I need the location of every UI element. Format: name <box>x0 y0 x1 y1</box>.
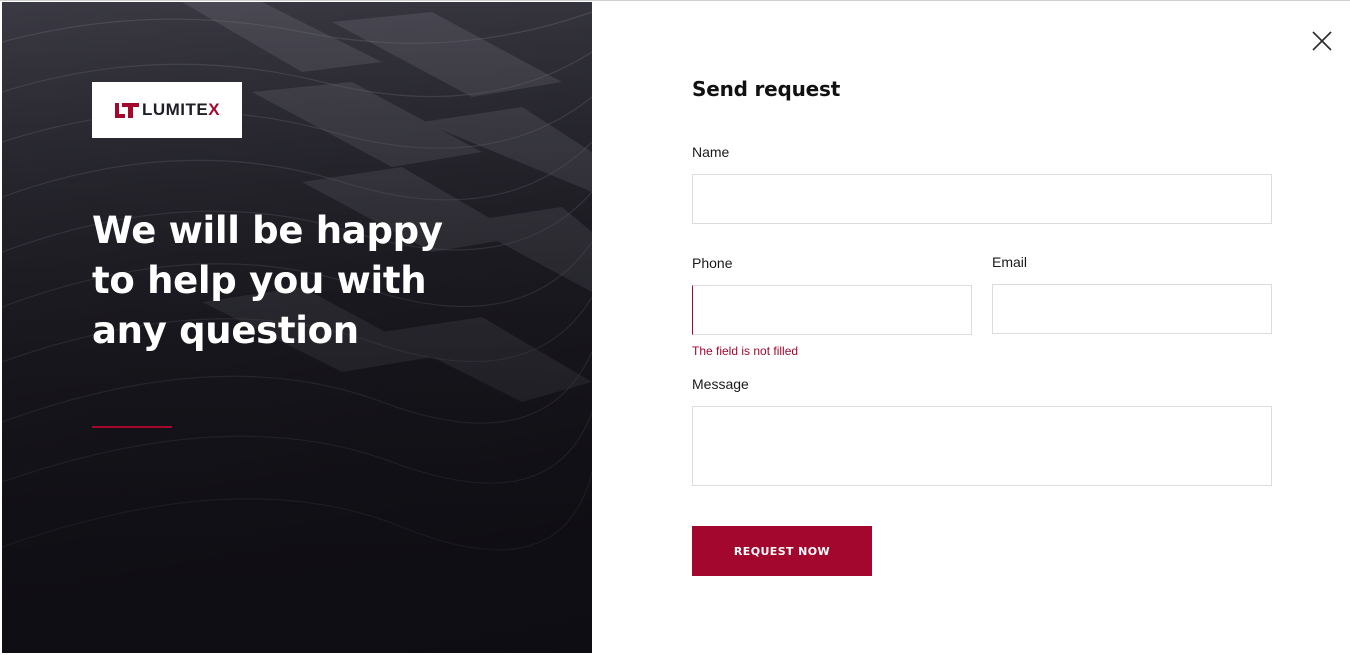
hero-headline: We will be happy to help you with any qu… <box>92 206 492 356</box>
logo-wordmark-accent: X <box>208 100 221 119</box>
phone-label: Phone <box>692 255 733 271</box>
hero-image-panel: LUMITEX We will be happy to help you wit… <box>2 2 592 653</box>
phone-input[interactable] <box>692 285 972 335</box>
form-title: Send request <box>692 77 841 101</box>
message-textarea[interactable] <box>692 406 1272 486</box>
logo-wordmark-main: LUMITE <box>141 100 209 119</box>
request-now-button[interactable]: REQUEST NOW <box>692 526 872 576</box>
name-label: Name <box>692 144 730 160</box>
email-label: Email <box>992 254 1028 270</box>
logo-wordmark: LUMITEX <box>142 100 220 120</box>
hero-headline-line-2: to help you with <box>92 259 427 302</box>
close-icon <box>1312 31 1332 51</box>
phone-error-message: The field is not filled <box>692 344 799 358</box>
brand-logo[interactable]: LUMITEX <box>92 82 242 138</box>
accent-divider <box>92 426 172 428</box>
email-input[interactable] <box>992 284 1272 334</box>
lumitex-logo-mark-icon <box>114 103 139 118</box>
close-button[interactable] <box>1310 29 1334 53</box>
request-modal: LUMITEX We will be happy to help you wit… <box>0 0 1350 655</box>
hero-headline-line-3: any question <box>92 309 359 352</box>
message-label: Message <box>692 376 749 392</box>
hero-headline-line-1: We will be happy <box>92 209 443 252</box>
name-input[interactable] <box>692 174 1272 224</box>
